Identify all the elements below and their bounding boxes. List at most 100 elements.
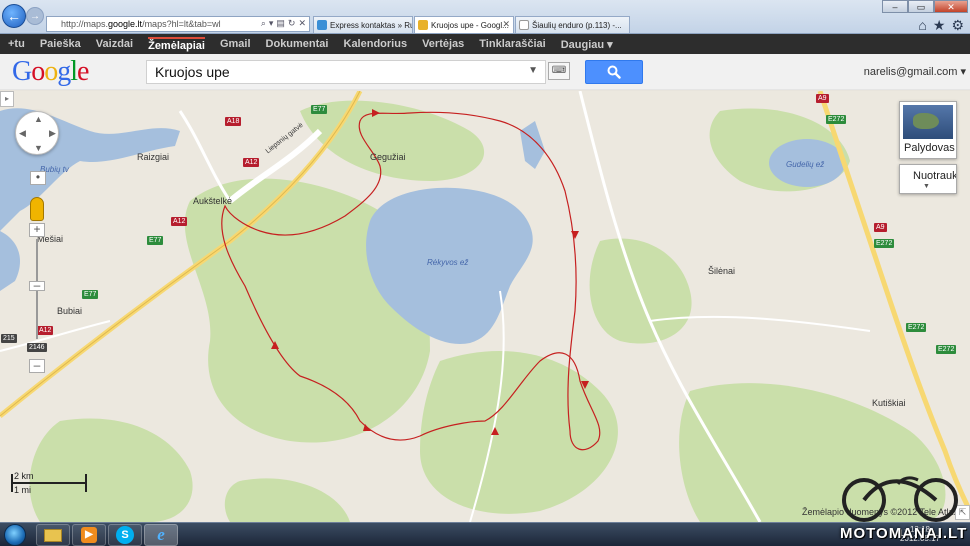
stop-icon[interactable]: ✕: [298, 18, 306, 29]
account-menu[interactable]: narelis@gmail.com ▾: [864, 65, 966, 78]
pan-control[interactable]: ▲ ▼ ◀ ▶: [15, 111, 59, 155]
maximize-button[interactable]: ▭: [908, 0, 934, 13]
lake-label: Rėkyvos ež: [427, 258, 469, 267]
gbar-images[interactable]: Vaizdai: [96, 38, 133, 50]
chevron-down-icon[interactable]: ▾: [269, 18, 274, 29]
google-logo[interactable]: Google: [12, 56, 89, 88]
photos-dropdown[interactable]: Nuotrauk ▼: [899, 164, 957, 194]
gbar-calendar[interactable]: Kalendorius: [344, 38, 408, 50]
map-canvas[interactable]: ▸ Raizgiai Gegužiai Aukštelkė Mešiai Bub…: [0, 91, 970, 522]
street-view-pegman-icon[interactable]: [30, 197, 44, 221]
scale-km: 2 km: [14, 471, 34, 481]
scale-mi: 1 mi: [14, 485, 32, 495]
road-shield: A18: [225, 117, 242, 126]
ie-tab-icon: [317, 20, 327, 30]
road-shield: E77: [147, 236, 164, 245]
gbar-more[interactable]: Daugiau ▾: [561, 38, 613, 51]
road-shield: A9: [874, 223, 887, 232]
keyboard-icon[interactable]: ⌨: [548, 62, 570, 80]
taskbar: ▶ S e LT 13:18 2012.05.17: [0, 522, 970, 546]
road-shield: A12: [171, 217, 188, 226]
place-label[interactable]: Kutiškiai: [872, 398, 906, 408]
browser-chrome: ← → http://maps. google.lt/maps?hl=lt&tab…: [0, 0, 970, 34]
road-shield: E272: [826, 115, 847, 124]
compat-view-icon[interactable]: ▤: [276, 18, 285, 29]
address-prefix: http://maps.: [61, 19, 109, 29]
internet-explorer-icon[interactable]: e: [144, 524, 178, 546]
search-button[interactable]: [585, 60, 643, 84]
road-shield: A12: [243, 158, 260, 167]
minimize-button[interactable]: –: [882, 0, 908, 13]
pan-up-icon[interactable]: ▲: [34, 114, 43, 124]
place-label[interactable]: Šilėnai: [708, 266, 735, 276]
gbar-search[interactable]: Paieška: [40, 38, 81, 50]
road-shield: E272: [874, 239, 895, 248]
search-header: Google Kruojos upe ▼ ⌨ narelis@gmail.com…: [0, 54, 970, 90]
zoom-out-button[interactable]: –: [29, 359, 45, 373]
motorcycle-logo-icon: [842, 476, 958, 522]
road-shield: E272: [906, 323, 927, 332]
gbar-translate[interactable]: Vertėjas: [422, 38, 464, 50]
motomanai-watermark: MOTOMANAI.LT: [838, 470, 966, 546]
close-icon[interactable]: ✕: [502, 19, 510, 30]
tab-siauliu-enduro[interactable]: Šiaulių enduro (p.113) -...: [515, 16, 630, 33]
address-host: google.lt: [108, 19, 143, 29]
gbar-gmail[interactable]: Gmail: [220, 38, 251, 50]
search-icon[interactable]: ⌕: [261, 18, 266, 29]
window-close-button[interactable]: ✕: [934, 0, 968, 13]
circle-icon[interactable]: •: [30, 171, 46, 185]
place-label[interactable]: Raizgiai: [137, 152, 169, 162]
satellite-toggle[interactable]: Palydovas: [899, 101, 957, 159]
chevron-down-icon[interactable]: ▼: [528, 65, 538, 76]
home-icon[interactable]: ⌂: [918, 17, 926, 34]
road-shield: 2146: [27, 343, 47, 352]
road-shield: E77: [82, 290, 99, 299]
satellite-thumbnail: [903, 105, 953, 139]
forward-arrow-icon: →: [30, 10, 40, 22]
photos-label: Nuotrauk: [913, 170, 957, 182]
back-arrow-icon: ←: [7, 8, 21, 24]
gbar-plus[interactable]: +tu: [8, 38, 25, 50]
pan-left-icon[interactable]: ◀: [19, 128, 26, 139]
windows-explorer-icon[interactable]: [36, 524, 70, 546]
place-label[interactable]: Aukštelkė: [193, 196, 232, 206]
star-icon[interactable]: ★: [933, 17, 946, 34]
google-maps-tab-icon: [418, 20, 428, 30]
back-button[interactable]: ←: [2, 4, 26, 28]
address-suffix: /maps?hl=lt&tab=wl: [142, 19, 221, 29]
road-shield: A12: [37, 326, 54, 335]
browser-tools: ⌂ ★ ⚙: [918, 17, 964, 34]
place-label[interactable]: Gegužiai: [370, 152, 406, 162]
lake-label: Gudelių ež: [786, 160, 825, 169]
road-shield: 215: [1, 334, 17, 343]
tab-kruojos-upe[interactable]: Kruojos upe - Googl... ✕: [414, 16, 514, 33]
pan-right-icon[interactable]: ▶: [49, 128, 56, 139]
satellite-label: Palydovas: [904, 142, 955, 154]
media-player-icon[interactable]: ▶: [72, 524, 106, 546]
refresh-icon[interactable]: ↻: [288, 18, 296, 29]
search-input[interactable]: Kruojos upe ▼: [146, 60, 546, 84]
tab-express-kontaktas[interactable]: Express kontaktas » Ru...: [313, 16, 413, 33]
zoom-slider-handle[interactable]: –: [29, 279, 45, 291]
search-icon: [607, 65, 621, 79]
zoom-in-button[interactable]: +: [29, 223, 45, 237]
gear-icon[interactable]: ⚙: [951, 17, 964, 34]
tab-label: Šiaulių enduro (p.113) -...: [532, 20, 622, 30]
gbar-maps[interactable]: Žemėlapiai: [148, 36, 205, 52]
tab-label: Kruojos upe - Googl...: [431, 20, 509, 30]
tab-label: Express kontaktas » Ru...: [330, 20, 413, 30]
gbar-blogs[interactable]: Tinklaraščiai: [479, 38, 545, 50]
chevron-down-icon: ▼: [923, 183, 930, 190]
address-bar[interactable]: http://maps. google.lt/maps?hl=lt&tab=wl …: [46, 16, 310, 32]
pan-down-icon[interactable]: ▼: [34, 143, 43, 153]
start-button[interactable]: [4, 524, 26, 546]
search-value: Kruojos upe: [155, 64, 230, 80]
road-shield: E77: [311, 105, 328, 114]
road-shield: E272: [936, 345, 957, 354]
scale-bar: 2 km 1 mi: [8, 471, 90, 501]
gbar-documents[interactable]: Dokumentai: [266, 38, 329, 50]
panel-toggle-icon[interactable]: ▸: [0, 91, 14, 107]
skype-icon[interactable]: S: [108, 524, 142, 546]
place-label[interactable]: Bubiai: [57, 306, 82, 316]
forward-button[interactable]: →: [26, 7, 44, 25]
